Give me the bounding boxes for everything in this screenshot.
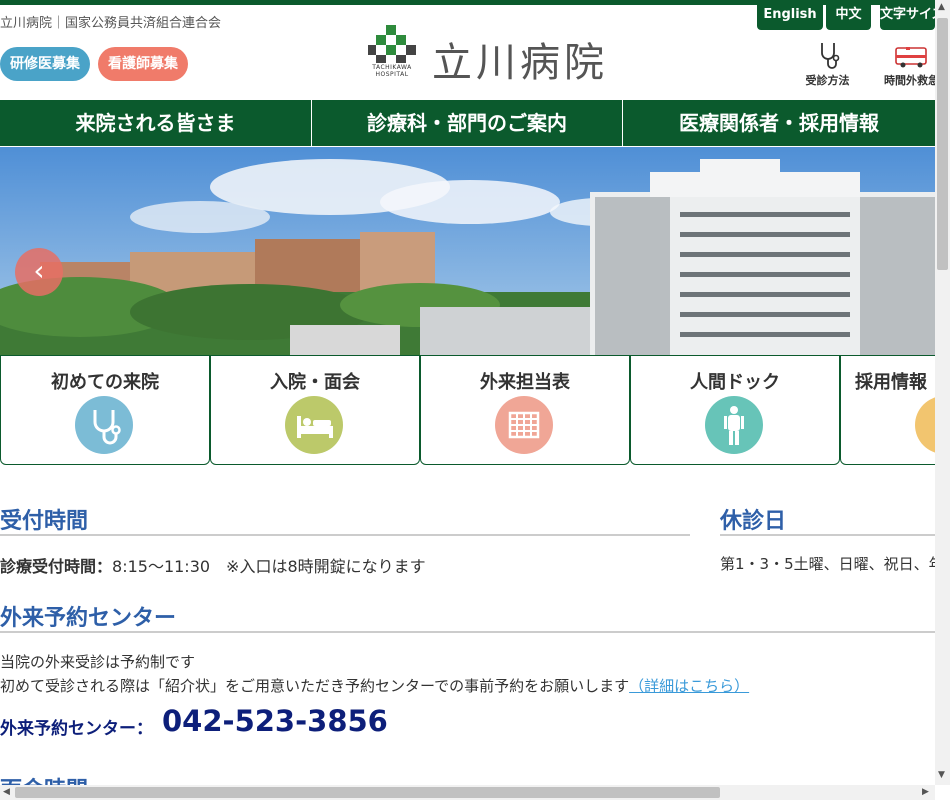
chinese-button[interactable]: 中文: [826, 0, 871, 30]
stethoscope-icon: [820, 43, 839, 69]
reception-label: 診療受付時間：: [0, 557, 113, 576]
reservation-phone-number[interactable]: 042-523-3856: [162, 704, 388, 738]
nav-departments[interactable]: 診療科・部門のご案内: [312, 100, 622, 146]
stethoscope-icon: [75, 396, 133, 454]
reception-title: 受付時間: [0, 509, 89, 534]
carousel-prev-button[interactable]: ‹: [15, 248, 63, 296]
nav-visitors[interactable]: 来院される皆さま: [0, 100, 311, 146]
calendar-icon: [495, 396, 553, 454]
bed-icon: [285, 396, 343, 454]
scroll-left-icon[interactable]: ◀: [3, 787, 10, 797]
consultation-method-label: 受診方法: [805, 74, 850, 87]
reception-value: 8:15～11:30 ※入口は8時開錠になります: [112, 557, 426, 576]
holiday-title: 休診日: [720, 509, 787, 534]
quick-health-checkup[interactable]: 人間ドック: [630, 355, 840, 465]
nav-medical-staff[interactable]: 医療関係者・採用情報: [623, 100, 935, 146]
quick-label: 採用情報: [855, 372, 927, 393]
horizontal-scroll-thumb[interactable]: [15, 787, 720, 798]
holiday-divider: [720, 534, 935, 536]
after-hours-emergency-label: 時間外救急: [884, 74, 939, 87]
reception-divider: [0, 534, 690, 536]
vertical-scrollbar[interactable]: ▲ ▼: [935, 0, 950, 785]
quick-label: 入院・面会: [270, 372, 360, 393]
reservation-line-2: 初めて受診される際は「紹介状」をご用意いただき予約センターでの事前予約をお願いし…: [0, 675, 749, 696]
scroll-right-icon[interactable]: ▶: [922, 787, 929, 797]
quick-first-visit[interactable]: 初めての来院: [0, 355, 210, 465]
vertical-scroll-thumb[interactable]: [937, 18, 948, 270]
reception-hours-text: 診療受付時間：8:15～11:30 ※入口は8時開錠になります: [0, 553, 426, 577]
quick-admission-visit[interactable]: 入院・面会: [210, 355, 420, 465]
reservation-divider: [0, 631, 935, 633]
visiting-section-clip: 面会時間: [0, 770, 935, 785]
reservation-phone-label: 外来予約センター：: [0, 719, 153, 739]
reservation-title: 外来予約センター: [0, 606, 177, 631]
nurse-recruit-button[interactable]: 看護師募集: [98, 47, 188, 81]
ambulance-icon: [895, 47, 927, 68]
scroll-up-icon[interactable]: ▲: [938, 2, 945, 12]
visiting-title: 面会時間: [0, 772, 88, 785]
details-link[interactable]: （詳細はこちら）: [629, 677, 749, 695]
quick-label: 初めての来院: [51, 372, 159, 393]
logo-subtitle: TACHIKAWA HOSPITAL: [372, 64, 412, 78]
font-size-button[interactable]: 文字サイズ: [880, 0, 935, 30]
logo-text[interactable]: 立川病院: [432, 30, 608, 88]
org-name: 立川病院｜国家公務員共済組合連合会: [0, 16, 222, 31]
quick-recruitment[interactable]: 採用情報: [840, 355, 935, 465]
reservation-line-1: 当院の外来受診は予約制です: [0, 653, 196, 671]
human-body-icon: [705, 396, 763, 454]
quick-label: 外来担当表: [480, 372, 570, 393]
quick-access-row: 初めての来院 入院・面会 外来担当表 人間ドック 採用情報: [0, 355, 935, 465]
reservation-line-2-text: 初めて受診される際は「紹介状」をご用意いただき予約センターでの事前予約をお願いし…: [0, 677, 630, 695]
quick-label: 人間ドック: [690, 372, 780, 393]
consultation-method-link[interactable]: 受診方法: [800, 40, 855, 88]
holiday-text: 第1・3・5土曜、日曜、祝日、年末年始: [720, 555, 935, 573]
resident-recruit-button[interactable]: 研修医募集: [0, 47, 90, 81]
english-button[interactable]: English: [757, 0, 823, 30]
hero-hospital-photo: [0, 147, 935, 355]
briefcase-icon: [915, 396, 935, 454]
horizontal-scrollbar[interactable]: ◀ ▶: [0, 785, 935, 800]
scroll-down-icon[interactable]: ▼: [938, 770, 945, 780]
quick-outpatient-schedule[interactable]: 外来担当表: [420, 355, 630, 465]
main-nav: 来院される皆さま 診療科・部門のご案内 医療関係者・採用情報: [0, 100, 935, 146]
